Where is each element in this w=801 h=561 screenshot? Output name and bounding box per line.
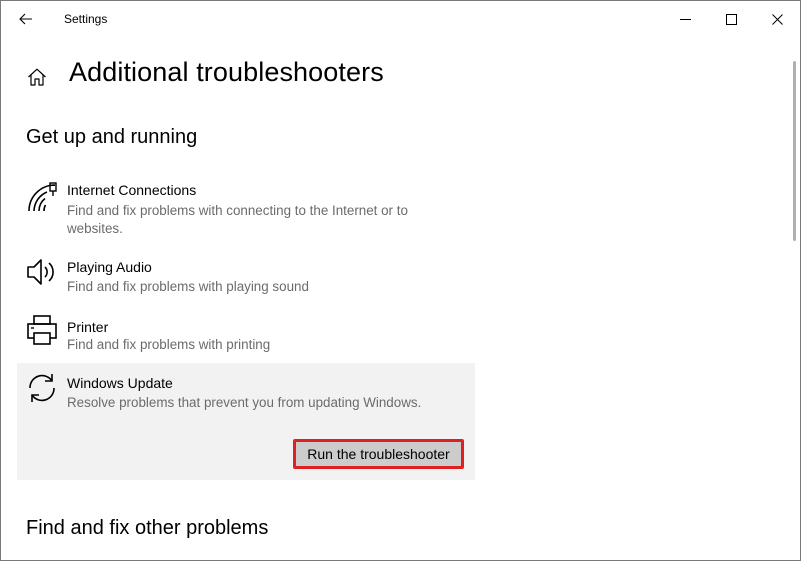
maximize-icon bbox=[725, 13, 737, 25]
minimize-button[interactable] bbox=[662, 1, 708, 37]
troubleshooter-name: Windows Update bbox=[67, 375, 173, 391]
troubleshooter-name: Playing Audio bbox=[67, 259, 152, 275]
maximize-button[interactable] bbox=[708, 1, 754, 37]
sync-icon bbox=[25, 371, 59, 405]
network-icon bbox=[25, 181, 59, 215]
troubleshooter-internet-connections[interactable]: Internet Connections Find and fix proble… bbox=[17, 171, 475, 241]
scrollbar[interactable] bbox=[793, 61, 796, 241]
page-title: Additional troubleshooters bbox=[69, 57, 384, 87]
run-troubleshooter-button[interactable]: Run the troubleshooter bbox=[293, 439, 464, 469]
troubleshooter-description: Resolve problems that prevent you from u… bbox=[67, 395, 422, 410]
troubleshooter-printer[interactable]: Printer Find and fix problems with print… bbox=[17, 307, 475, 359]
troubleshooter-description: Find and fix problems with printing bbox=[67, 337, 271, 352]
printer-icon bbox=[25, 313, 59, 347]
app-title: Settings bbox=[64, 12, 108, 26]
settings-window: Settings Additional troubleshooters Get … bbox=[0, 0, 801, 561]
home-icon bbox=[28, 68, 46, 86]
section-heading-get-up-and-running: Get up and running bbox=[26, 126, 198, 148]
close-icon bbox=[771, 13, 783, 25]
close-button[interactable] bbox=[754, 1, 800, 37]
title-bar: Settings bbox=[1, 1, 800, 37]
troubleshooter-name: Printer bbox=[67, 319, 109, 335]
back-arrow-icon bbox=[19, 13, 32, 25]
troubleshooter-description: Find and fix problems with playing sound bbox=[67, 279, 309, 294]
section-heading-find-and-fix-other-problems: Find and fix other problems bbox=[26, 517, 269, 539]
speaker-icon bbox=[25, 255, 59, 289]
minimize-icon bbox=[679, 18, 691, 20]
troubleshooter-name: Internet Connections bbox=[67, 182, 197, 198]
troubleshooter-playing-audio[interactable]: Playing Audio Find and fix problems with… bbox=[17, 249, 475, 301]
troubleshooter-windows-update[interactable]: Windows Update Resolve problems that pre… bbox=[17, 363, 475, 480]
back-button[interactable] bbox=[11, 5, 41, 33]
home-button[interactable] bbox=[25, 65, 49, 89]
troubleshooter-description: Find and fix problems with connecting to… bbox=[67, 203, 408, 236]
